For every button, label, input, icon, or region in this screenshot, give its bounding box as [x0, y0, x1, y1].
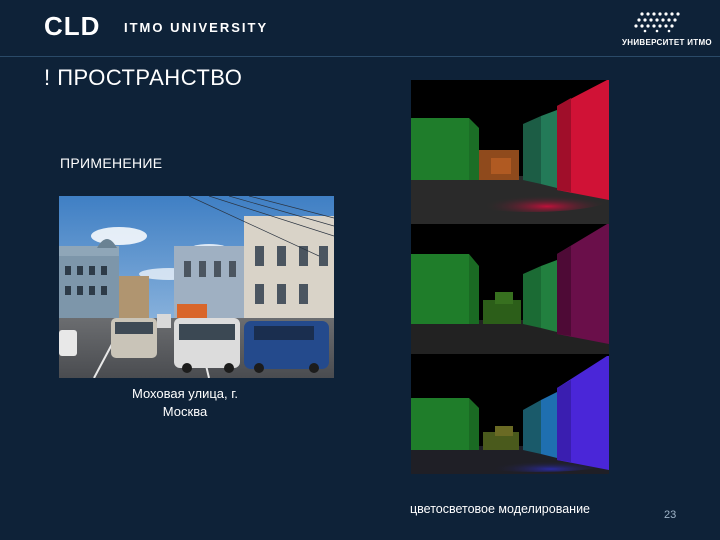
- render-red-lighting: [411, 80, 609, 224]
- render-magenta-lighting: [411, 224, 609, 354]
- render-caption: цветосветовое моделирование: [410, 502, 591, 516]
- itmo-dots-logo-icon: [634, 12, 680, 33]
- itmo-university-logo: ITMO UNIVERSITY: [124, 20, 269, 35]
- slide-header: CLD ITMO UNIVERSITY УНИВЕРСИТЕТ ИТМО: [0, 0, 720, 56]
- itmo-university-label: УНИВЕРСИТЕТ ИТМО: [622, 38, 712, 47]
- street-photo: [59, 196, 334, 378]
- page-number: 23: [664, 509, 677, 521]
- photo-caption: Моховая улица, г. Москва: [131, 386, 238, 419]
- slide-title: ! ПРОСТРАНСТВО: [44, 65, 243, 90]
- render-blue-lighting: [411, 354, 609, 474]
- cld-logo: CLD: [44, 11, 101, 41]
- header-divider: [0, 56, 720, 57]
- slide-subtitle: ПРИМЕНЕНИЕ: [60, 155, 163, 171]
